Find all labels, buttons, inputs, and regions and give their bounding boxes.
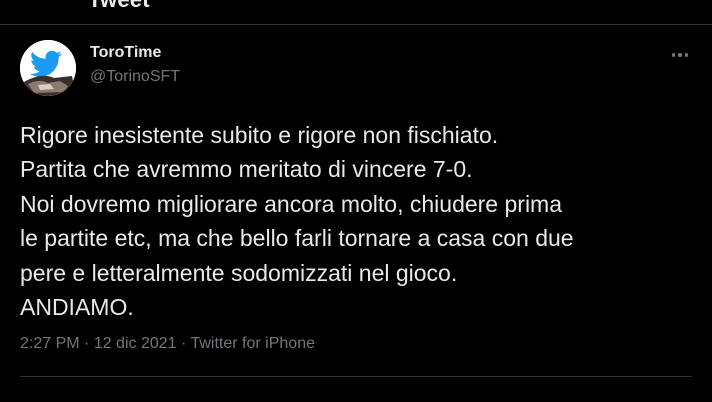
tweet-time[interactable]: 2:27 PM [20, 335, 80, 352]
tweet-text-line: Noi dovremo migliorare ancora molto, chi… [20, 190, 563, 217]
top-header: Tweet [0, 0, 712, 25]
tweet-text-line: Rigore inesistente subito e rigore non f… [20, 122, 499, 148]
bird-logo-avatar-icon [20, 40, 76, 96]
more-options-button[interactable] [664, 42, 696, 68]
tweet-date[interactable]: 12 dic 2021 [94, 335, 177, 352]
tweet-text: Rigore inesistente subito e rigore non f… [20, 118, 700, 324]
author-handle[interactable]: @TorinoSFT [90, 68, 180, 86]
meta-separator: · [79, 335, 94, 352]
tweet-text-line: ANDIAMO. [20, 294, 134, 321]
more-horizontal-icon [670, 53, 690, 57]
meta-separator: · [176, 335, 191, 352]
author-display-name[interactable]: ToroTime [90, 44, 161, 62]
tweet-meta: 2:27 PM · 12 dic 2021 · Twitter for iPho… [20, 335, 315, 353]
tweet-page: Tweet ToroTime @TorinoSFT Rigore inesist… [0, 0, 712, 402]
page-title: Tweet [88, 0, 150, 13]
tweet-text-line: pere e letteralmente sodomizzati nel gio… [20, 259, 458, 286]
avatar[interactable] [20, 40, 76, 96]
tweet-source[interactable]: Twitter for iPhone [190, 335, 315, 352]
tweet-text-line: le partite etc, ma che bello farli torna… [20, 225, 574, 252]
tweet-text-line: Partita che avremmo meritato di vincere … [20, 156, 473, 183]
divider [20, 376, 692, 377]
